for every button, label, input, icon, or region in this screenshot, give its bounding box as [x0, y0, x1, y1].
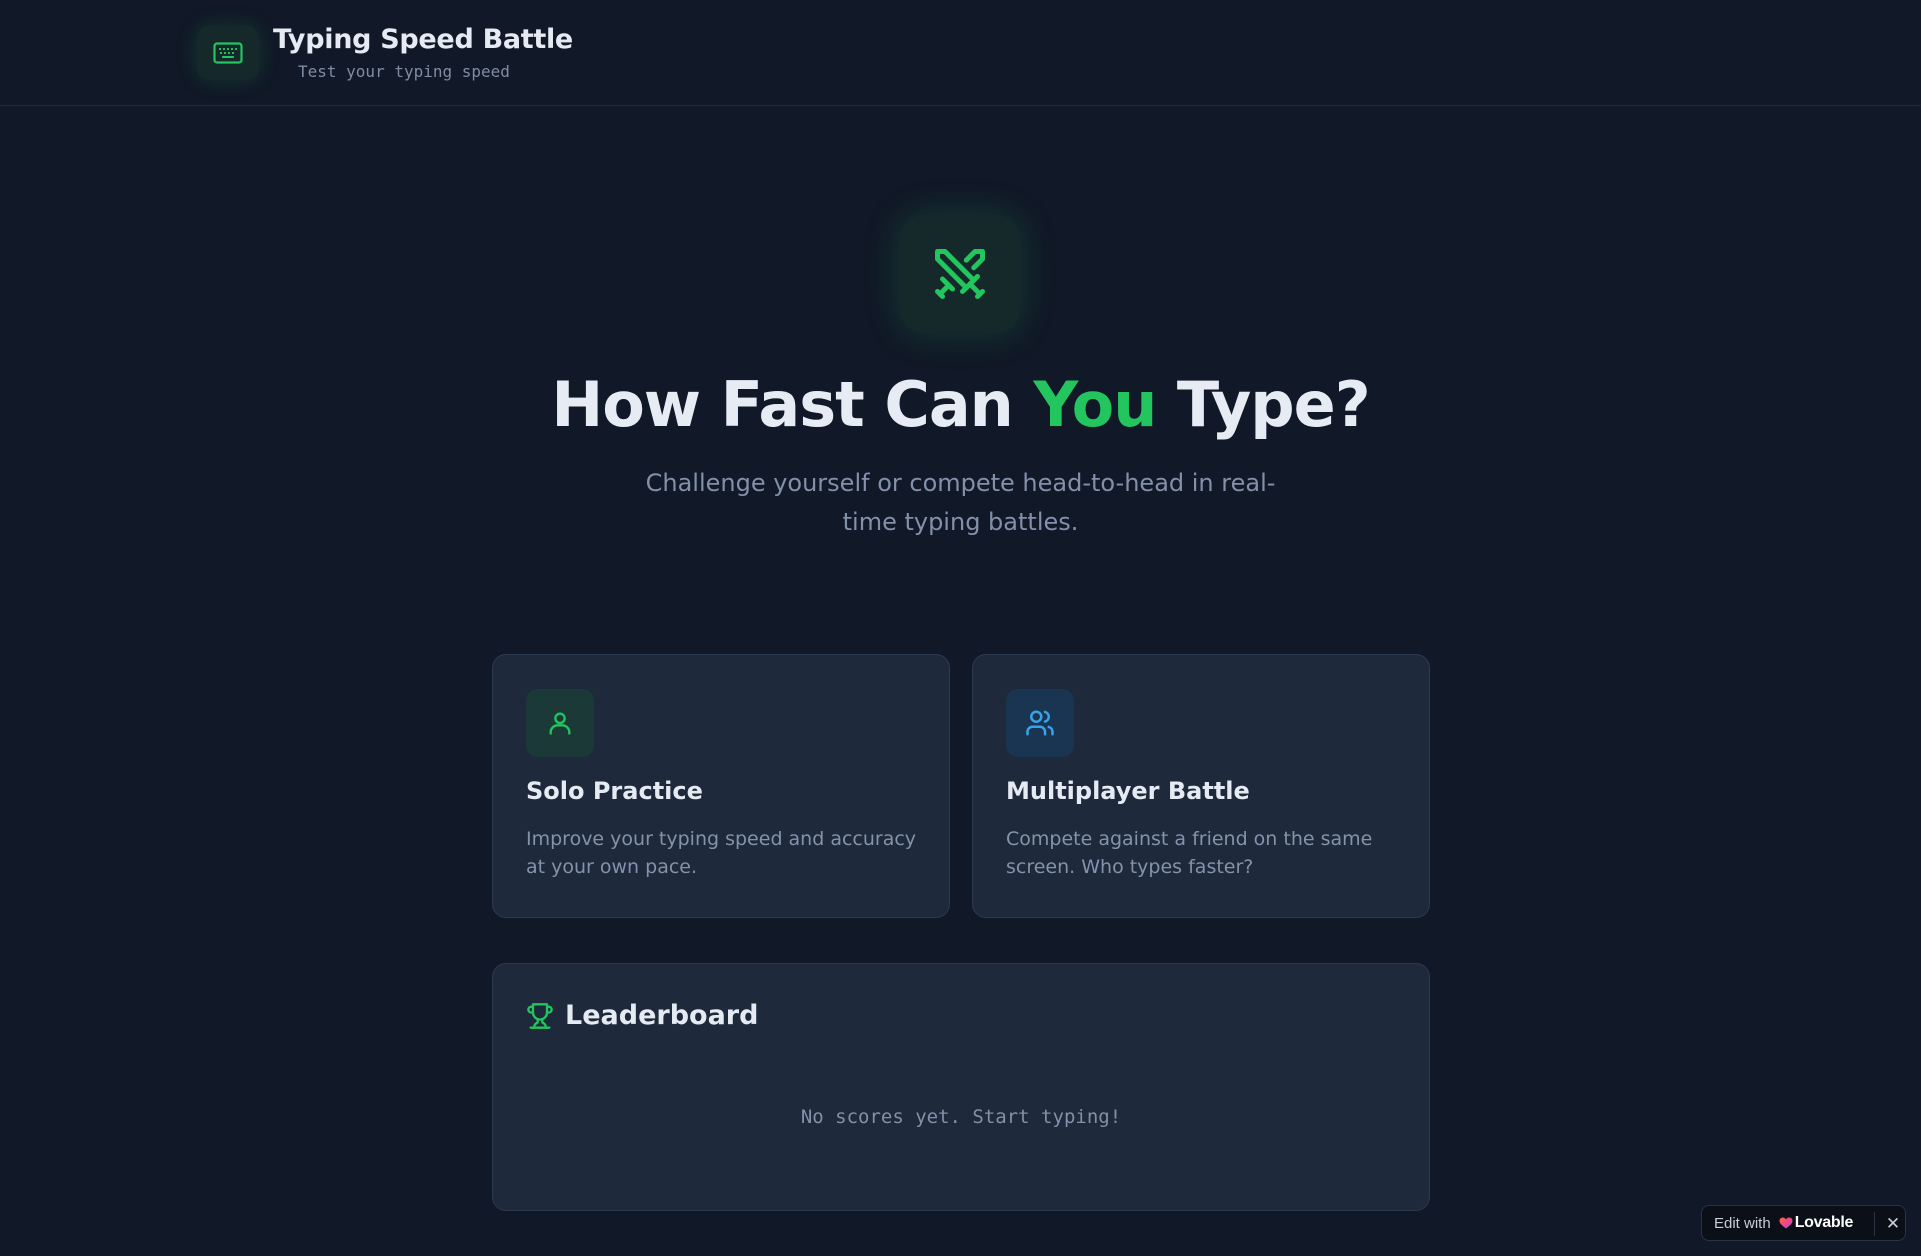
keyboard-icon	[213, 42, 243, 64]
hero-title: How Fast Can You Type?	[0, 368, 1921, 441]
card-description: Compete against a friend on the same scr…	[1006, 828, 1373, 878]
card-title: Multiplayer Battle	[1006, 777, 1250, 805]
multiplayer-battle-card[interactable]: Multiplayer Battle Compete against a fri…	[972, 654, 1430, 918]
app-subtitle: Test your typing speed	[298, 62, 510, 81]
solo-icon-box	[526, 689, 594, 757]
users-icon	[1026, 710, 1054, 736]
logo-badge	[197, 26, 259, 80]
app-title: Typing Speed Battle	[273, 24, 573, 55]
leaderboard-title: Leaderboard	[565, 1000, 759, 1031]
close-icon[interactable]: ✕	[1880, 1206, 1906, 1242]
multiplayer-icon-box	[1006, 689, 1074, 757]
crossed-swords-icon	[935, 249, 985, 299]
leaderboard-panel: Leaderboard No scores yet. Start typing!	[492, 963, 1430, 1211]
hero-subtitle: Challenge yourself or compete head-to-he…	[645, 469, 1276, 536]
solo-practice-card[interactable]: Solo Practice Improve your typing speed …	[492, 654, 950, 918]
lovable-heart-icon	[1779, 1217, 1793, 1229]
card-description: Improve your typing speed and accuracy a…	[526, 828, 917, 878]
hero-icon-badge	[900, 215, 1020, 333]
hero-title-part: Type?	[1156, 368, 1371, 441]
hero-title-accent: You	[1033, 368, 1157, 441]
edit-with-lovable-badge[interactable]: Edit with Lovable ✕	[1701, 1205, 1906, 1241]
trophy-icon	[527, 1003, 553, 1029]
app-header: Typing Speed Battle Test your typing spe…	[0, 0, 1921, 106]
edit-label: Edit with	[1714, 1214, 1771, 1232]
card-title: Solo Practice	[526, 777, 703, 805]
badge-divider	[1874, 1212, 1875, 1236]
leaderboard-empty-message: No scores yet. Start typing!	[800, 1106, 1122, 1128]
lovable-brand: Lovable	[1794, 1214, 1854, 1231]
hero-title-part: How Fast Can	[551, 368, 1034, 441]
user-icon	[549, 712, 571, 735]
